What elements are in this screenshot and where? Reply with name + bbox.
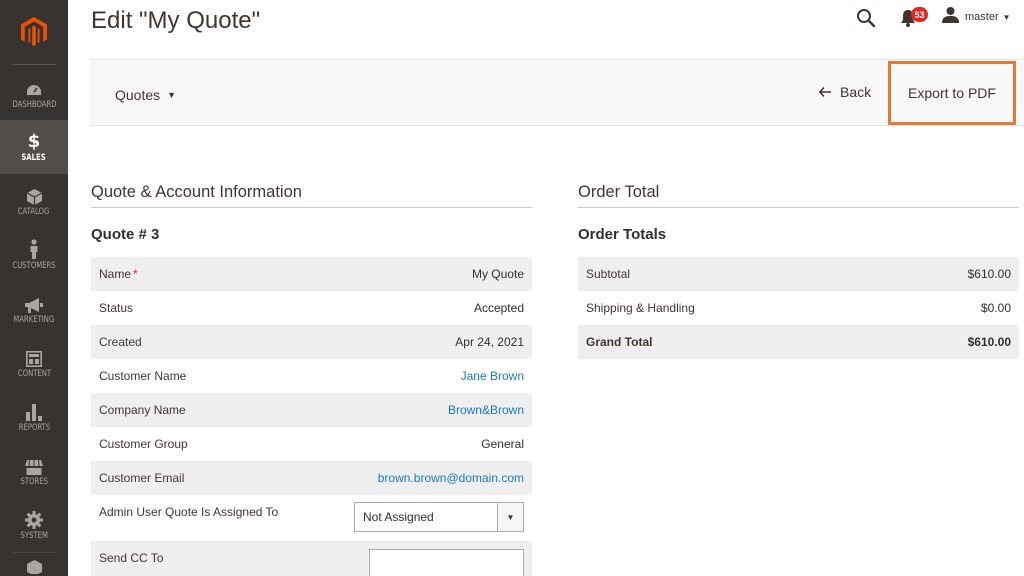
bar-chart-icon: [26, 401, 42, 421]
dashboard-icon: [26, 78, 42, 98]
info-row-name: Name * My Quote: [91, 257, 532, 291]
sidebar-item-label: MARKETING: [13, 315, 55, 325]
row-label: Shipping & Handling: [586, 301, 695, 315]
row-value: $0.00: [980, 301, 1011, 315]
info-row-customer-email: Customer Email brown.brown@domain.com: [91, 461, 532, 495]
info-row-created: Created Apr 24, 2021: [91, 325, 532, 359]
info-row-company-name: Company Name Brown&Brown: [91, 393, 532, 427]
export-to-pdf-button[interactable]: Export to PDF: [888, 61, 1016, 125]
sidebar-item-label: SALES: [21, 153, 47, 163]
order-total-section-title: Order Total: [578, 183, 660, 201]
chevron-down-icon: ▼: [167, 90, 177, 100]
sidebar-item-label: DASHBOARD: [11, 100, 57, 110]
sidebar-item-label: CATALOG: [18, 207, 50, 217]
row-label: Customer Name: [99, 369, 187, 383]
totals-row-subtotal: Subtotal $610.00: [578, 257, 1019, 291]
admin-user-select[interactable]: Not Assigned ▼: [354, 502, 524, 532]
sidebar-item-catalog[interactable]: CATALOG: [0, 174, 68, 228]
company-name-link[interactable]: Brown&Brown: [448, 403, 524, 417]
user-menu[interactable]: master ▼: [942, 6, 1011, 28]
quotes-dropdown-label: Quotes: [115, 87, 161, 103]
sidebar-item-label: REPORTS: [18, 423, 50, 433]
chevron-down-icon: ▼: [1002, 12, 1011, 22]
back-button[interactable]: Back: [818, 84, 872, 100]
row-label: Created: [99, 335, 142, 349]
sidebar-item-more[interactable]: [0, 556, 68, 576]
storefront-icon: [25, 455, 43, 475]
info-row-customer-group: Customer Group General: [91, 427, 532, 461]
row-label: Customer Email: [99, 471, 185, 485]
magento-logo-icon: [21, 17, 47, 46]
info-row-customer-name: Customer Name Jane Brown: [91, 359, 532, 393]
totals-row-grand-total: Grand Total $610.00: [578, 325, 1019, 359]
sidebar-item-stores[interactable]: STORES: [0, 444, 68, 498]
customer-email-link[interactable]: brown.brown@domain.com: [378, 471, 524, 485]
quote-account-section-title: Quote & Account Information: [91, 183, 302, 201]
totals-row-shipping: Shipping & Handling $0.00: [578, 291, 1019, 325]
page-actions-toolbar: Quotes ▼ Back Export to PDF: [90, 59, 1024, 126]
quotes-dropdown[interactable]: Quotes ▼: [115, 87, 176, 103]
sidebar-item-label: STORES: [20, 477, 48, 487]
info-row-status: Status Accepted: [91, 291, 532, 325]
sidebar-item-reports[interactable]: REPORTS: [0, 390, 68, 444]
back-button-label: Back: [840, 84, 872, 100]
row-value: $610.00: [967, 267, 1011, 281]
row-label: Send CC To: [99, 551, 164, 565]
order-totals-title: Order Totals: [578, 226, 667, 243]
search-icon[interactable]: [856, 8, 876, 28]
sidebar-item-label: SYSTEM: [20, 531, 48, 541]
row-label: Admin User Quote Is Assigned To: [99, 505, 279, 519]
row-label: Name: [99, 267, 132, 281]
dollar-icon: $: [27, 131, 41, 152]
sidebar-item-label: CUSTOMERS: [12, 261, 56, 271]
admin-user-select-value: Not Assigned: [363, 510, 434, 524]
send-cc-input[interactable]: [369, 549, 524, 576]
arrow-left-icon: [818, 84, 831, 100]
row-label: Subtotal: [586, 267, 631, 281]
customer-name-link[interactable]: Jane Brown: [461, 369, 524, 383]
person-icon: [29, 239, 39, 259]
page-title: Edit "My Quote": [91, 7, 261, 34]
notification-count-badge[interactable]: 53: [911, 7, 928, 22]
required-asterisk: *: [133, 267, 138, 281]
sidebar-item-marketing[interactable]: MARKETING: [0, 282, 68, 336]
admin-sidebar: DASHBOARD $ SALES CATALOG CUSTOMERS MARK…: [0, 0, 68, 576]
sidebar-item-customers[interactable]: CUSTOMERS: [0, 228, 68, 282]
row-label: Customer Group: [99, 437, 188, 451]
extensions-icon: [26, 560, 42, 574]
sidebar-item-sales[interactable]: $ SALES: [0, 120, 68, 174]
row-value: Apr 24, 2021: [455, 335, 524, 349]
row-value: Accepted: [473, 301, 524, 315]
cube-icon: [26, 185, 42, 205]
user-icon: [942, 6, 959, 28]
row-label: Company Name: [99, 403, 186, 417]
sidebar-item-system[interactable]: SYSTEM: [0, 498, 68, 552]
magento-logo[interactable]: [0, 0, 68, 64]
layout-icon: [26, 347, 42, 367]
row-value: My Quote: [471, 267, 524, 281]
gear-icon: [25, 509, 43, 529]
chevron-down-icon: ▼: [497, 503, 523, 531]
megaphone-icon: [25, 293, 43, 313]
row-label: Grand Total: [586, 335, 653, 349]
quote-number-title: Quote # 3: [91, 226, 160, 243]
row-label: Status: [99, 301, 134, 315]
sidebar-item-label: CONTENT: [17, 369, 51, 379]
sidebar-item-dashboard[interactable]: DASHBOARD: [0, 67, 68, 121]
row-value: $610.00: [967, 335, 1011, 349]
sidebar-item-content[interactable]: CONTENT: [0, 336, 68, 390]
username-label: master: [965, 11, 999, 23]
row-value: General: [481, 437, 524, 451]
